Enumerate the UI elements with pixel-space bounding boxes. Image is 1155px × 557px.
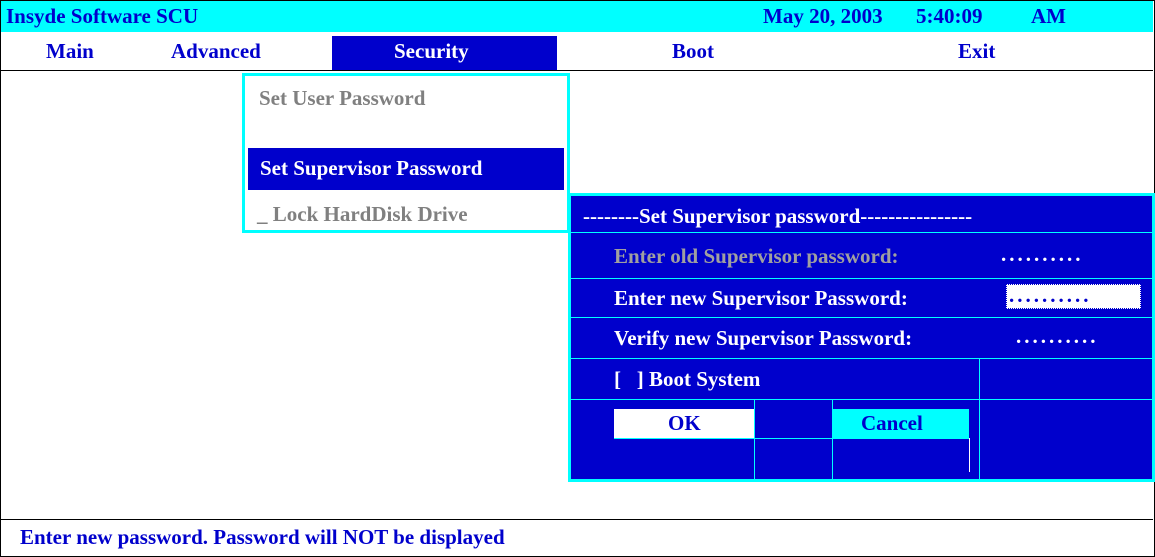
set-supervisor-password-item[interactable]: Set Supervisor Password (248, 148, 564, 190)
new-password-field[interactable]: .......... (1006, 283, 1141, 309)
title-bar: Insyde Software SCU May 20, 2003 5:40:09… (1, 1, 1153, 32)
menu-security[interactable]: Security (332, 36, 557, 70)
menu-main[interactable]: Main (46, 39, 94, 64)
dialog-divider (571, 358, 1152, 359)
app-title: Insyde Software SCU (6, 4, 199, 28)
time-display: 5:40:09 (916, 4, 983, 28)
ampm-display: AM (1031, 4, 1066, 28)
dialog-title: --------Set Supervisor password---------… (583, 204, 973, 228)
verify-password-field[interactable]: .......... (1016, 324, 1099, 349)
cancel-label: Cancel (861, 411, 923, 435)
security-submenu: Set User Password Set Supervisor Passwor… (242, 73, 570, 233)
menu-exit[interactable]: Exit (958, 39, 995, 64)
menu-security-label: Security (394, 39, 469, 63)
dialog-vertical-divider (754, 399, 755, 479)
boot-system-checkbox[interactable]: [ ] Boot System (614, 367, 760, 392)
set-user-password-item[interactable]: Set User Password (259, 86, 425, 111)
dialog-divider (571, 278, 1152, 279)
supervisor-password-dialog: --------Set Supervisor password---------… (568, 193, 1155, 482)
ok-button[interactable]: OK (614, 409, 754, 438)
lock-harddisk-item[interactable]: _ Lock HardDisk Drive (257, 202, 468, 227)
verify-password-label: Verify new Supervisor Password: (614, 326, 913, 350)
menu-advanced[interactable]: Advanced (171, 39, 261, 64)
old-password-label: Enter old Supervisor password: (614, 244, 899, 268)
menu-boot[interactable]: Boot (672, 39, 714, 64)
new-password-value: .......... (1009, 283, 1092, 307)
cancel-button[interactable]: Cancel (833, 409, 969, 438)
menu-bar: Main Advanced Security Boot Exit (1, 33, 1153, 71)
set-supervisor-password-label: Set Supervisor Password (260, 156, 483, 180)
new-password-label: Enter new Supervisor Password: (614, 286, 908, 310)
status-divider (1, 519, 1153, 520)
old-password-field[interactable]: .......... (1001, 242, 1084, 267)
dialog-divider (571, 399, 1152, 400)
dialog-vertical-divider (969, 438, 970, 472)
help-text: Enter new password. Password will NOT be… (20, 525, 505, 549)
dialog-vertical-divider (979, 358, 980, 479)
ok-label: OK (668, 411, 701, 435)
dialog-divider (571, 232, 1152, 233)
date-display: May 20, 2003 (763, 4, 883, 28)
dialog-divider (571, 317, 1152, 318)
dialog-divider (614, 438, 969, 439)
